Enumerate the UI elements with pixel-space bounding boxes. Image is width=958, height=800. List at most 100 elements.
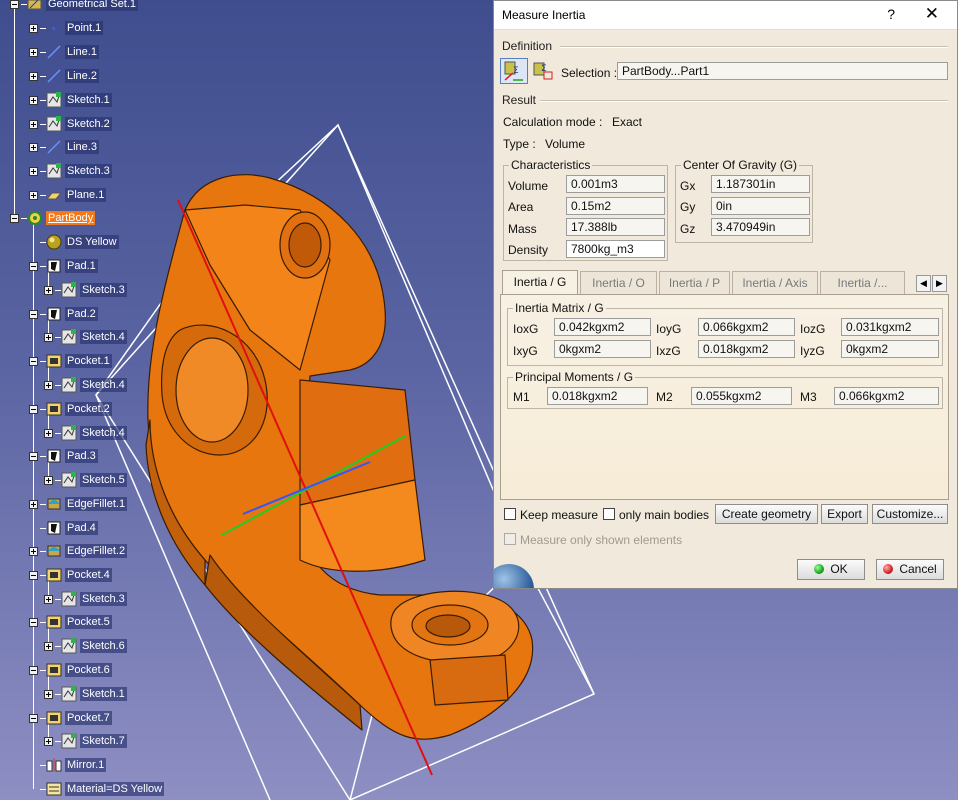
expand-icon[interactable] [29, 142, 38, 152]
tree-item-pocket-1[interactable]: Pocket.1 [29, 351, 112, 371]
tree-item-edgefillet-2[interactable]: EdgeFillet.2 [29, 541, 128, 561]
tree-item-pocket-6[interactable]: Pocket.6 [29, 660, 112, 680]
gy-field[interactable]: 0in [711, 197, 810, 215]
tree-item-sketch-4[interactable]: Sketch.4 [44, 375, 127, 395]
volume-field[interactable]: 0.001m3 [566, 175, 665, 193]
m3-field[interactable]: 0.066kgxm2 [834, 387, 939, 405]
only-main-bodies-checkbox[interactable] [603, 508, 615, 520]
tree-item-ds-yellow[interactable]: DS Yellow [29, 232, 119, 252]
tree-item-line-1[interactable]: Line.1 [29, 42, 99, 62]
tree-item-sketch-4[interactable]: Sketch.4 [44, 327, 127, 347]
tree-item-sketch-3[interactable]: Sketch.3 [29, 161, 112, 181]
expand-icon[interactable] [29, 47, 38, 57]
tab-inertia-p[interactable]: Inertia / P [659, 271, 730, 294]
area-field[interactable]: 0.15m2 [566, 197, 665, 215]
expand-icon[interactable] [29, 166, 38, 176]
tab-inertia-o[interactable]: Inertia / O [580, 271, 657, 294]
tree-item-pocket-4[interactable]: Pocket.4 [29, 565, 112, 585]
tree-item-geometrical-set-1[interactable]: Geometrical Set.1 [10, 0, 139, 14]
tree-item-sketch-7[interactable]: Sketch.7 [44, 731, 127, 751]
expand-icon[interactable] [44, 285, 53, 295]
tree-item-line-3[interactable]: Line.3 [29, 137, 99, 157]
expand-icon[interactable] [44, 380, 53, 390]
expand-icon[interactable] [29, 499, 38, 509]
expand-icon[interactable] [44, 428, 53, 438]
tab-inertia-more[interactable]: Inertia /... [820, 271, 905, 294]
tree-item-plane-1[interactable]: Plane.1 [29, 185, 107, 205]
collapse-icon[interactable] [29, 309, 38, 319]
tree-item-material-ds-yellow[interactable]: Material=DS Yellow [29, 779, 165, 799]
measure-only-shown-checkbox[interactable] [504, 533, 516, 545]
expand-icon[interactable] [29, 71, 38, 81]
measure-surface-mode-button[interactable]: Σ [529, 58, 557, 84]
create-geometry-button[interactable]: Create geometry [715, 504, 818, 524]
gx-field[interactable]: 1.187301in [711, 175, 810, 193]
tree-item-partbody[interactable]: PartBody [10, 208, 96, 228]
tab-scroll-right-button[interactable]: ▶ [932, 275, 947, 292]
collapse-icon[interactable] [29, 261, 38, 271]
ok-button[interactable]: OK [797, 559, 865, 580]
collapse-icon[interactable] [29, 665, 38, 675]
collapse-icon[interactable] [10, 0, 19, 9]
tab-inertia-g[interactable]: Inertia / G [502, 270, 578, 295]
m2-field[interactable]: 0.055kgxm2 [691, 387, 792, 405]
tab-inertia-axis[interactable]: Inertia / Axis [732, 271, 818, 294]
tree-item-sketch-6[interactable]: Sketch.6 [44, 636, 127, 656]
expand-icon[interactable] [29, 546, 38, 556]
specification-tree[interactable]: Geometrical Set.1 Point.1 Line.1 Line.2 Sket… [0, 0, 240, 800]
customize-button[interactable]: Customize... [872, 504, 948, 524]
expand-icon[interactable] [44, 475, 53, 485]
expand-icon[interactable] [29, 119, 38, 129]
tree-item-point-1[interactable]: Point.1 [29, 18, 104, 38]
iozg-field[interactable]: 0.031kgxm2 [841, 318, 939, 336]
collapse-icon[interactable] [29, 356, 38, 366]
ixyg-field[interactable]: 0kgxm2 [554, 340, 651, 358]
expand-icon[interactable] [29, 190, 38, 200]
tree-item-line-2[interactable]: Line.2 [29, 66, 99, 86]
close-button[interactable]: ✕ [925, 4, 939, 24]
measure-item-mode-button[interactable]: Σ [500, 58, 528, 84]
iyzg-field[interactable]: 0kgxm2 [841, 340, 939, 358]
tree-item-sketch-1[interactable]: Sketch.1 [29, 90, 112, 110]
cancel-button[interactable]: Cancel [876, 559, 944, 580]
expand-icon[interactable] [44, 332, 53, 342]
tab-scroll-left-button[interactable]: ◀ [916, 275, 931, 292]
tree-item-sketch-4[interactable]: Sketch.4 [44, 423, 127, 443]
tree-item-pad-3[interactable]: Pad.3 [29, 446, 98, 466]
expand-icon[interactable] [44, 594, 53, 604]
tree-item-pocket-7[interactable]: Pocket.7 [29, 708, 112, 728]
tree-item-sketch-5[interactable]: Sketch.5 [44, 470, 127, 490]
expand-icon[interactable] [44, 736, 53, 746]
ioyg-field[interactable]: 0.066kgxm2 [698, 318, 795, 336]
selection-field[interactable]: PartBody...Part1 [617, 62, 948, 80]
collapse-icon[interactable] [10, 213, 19, 223]
expand-icon[interactable] [44, 641, 53, 651]
ioxg-field[interactable]: 0.042kgxm2 [554, 318, 651, 336]
dialog-title-bar[interactable]: Measure Inertia ? ✕ [494, 1, 957, 30]
collapse-icon[interactable] [29, 570, 38, 580]
expand-icon[interactable] [29, 23, 38, 33]
keep-measure-checkbox[interactable] [504, 508, 516, 520]
tree-item-pad-2[interactable]: Pad.2 [29, 304, 98, 324]
help-button[interactable]: ? [887, 6, 895, 22]
collapse-icon[interactable] [29, 713, 38, 723]
density-field[interactable]: 7800kg_m3 [566, 240, 665, 258]
collapse-icon[interactable] [29, 404, 38, 414]
tree-item-sketch-3[interactable]: Sketch.3 [44, 280, 127, 300]
tree-item-sketch-2[interactable]: Sketch.2 [29, 114, 112, 134]
tree-item-pad-1[interactable]: Pad.1 [29, 256, 98, 276]
mass-field[interactable]: 17.388lb [566, 218, 665, 236]
tree-item-sketch-3[interactable]: Sketch.3 [44, 589, 127, 609]
tree-item-pocket-5[interactable]: Pocket.5 [29, 612, 112, 632]
tree-item-pad-4[interactable]: Pad.4 [29, 518, 98, 538]
export-button[interactable]: Export [821, 504, 868, 524]
m1-field[interactable]: 0.018kgxm2 [547, 387, 648, 405]
collapse-icon[interactable] [29, 617, 38, 627]
tree-item-mirror-1[interactable]: Mirror.1 [29, 755, 107, 775]
expand-icon[interactable] [44, 689, 53, 699]
ixzg-field[interactable]: 0.018kgxm2 [698, 340, 795, 358]
expand-icon[interactable] [29, 95, 38, 105]
tree-item-sketch-1[interactable]: Sketch.1 [44, 684, 127, 704]
tree-item-pocket-2[interactable]: Pocket.2 [29, 399, 112, 419]
gz-field[interactable]: 3.470949in [711, 218, 810, 236]
